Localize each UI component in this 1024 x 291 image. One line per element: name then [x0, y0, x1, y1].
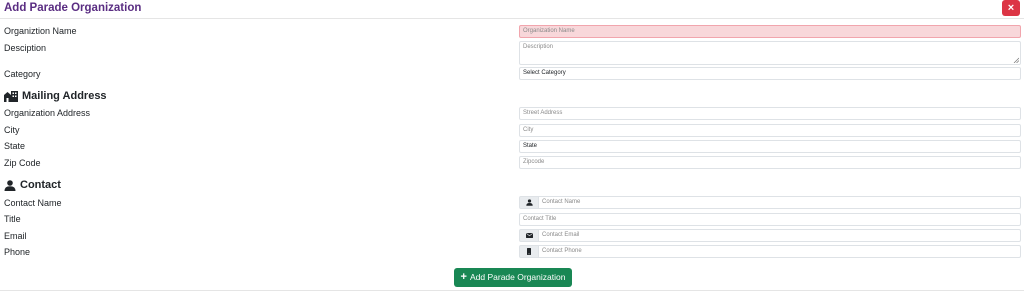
plus-icon: + — [460, 271, 467, 283]
add-organization-label: Add Parade Organization — [469, 272, 566, 282]
description-label: Desciption — [4, 43, 47, 53]
resize-grip-icon[interactable] — [1013, 57, 1019, 63]
close-button[interactable]: × — [1002, 0, 1020, 16]
modal-title: Add Parade Organization — [4, 2, 142, 14]
street-address-input[interactable]: Street Address — [519, 107, 1021, 120]
phone-icon — [527, 248, 531, 255]
category-select[interactable]: Select Category — [519, 67, 1021, 80]
mailing-address-title: Mailing Address — [22, 90, 107, 102]
city-label: City — [4, 125, 20, 135]
email-label: Email — [4, 231, 27, 241]
state-label: State — [4, 141, 26, 151]
zipcode-input[interactable]: Zipcode — [519, 156, 1021, 169]
contact-title-input[interactable]: Contact Title — [519, 213, 1021, 226]
category-label: Category — [4, 69, 41, 79]
email-input[interactable]: Contact Email — [538, 229, 1021, 242]
phone-group: Contact Phone — [519, 245, 1021, 258]
mailing-address-heading: Mailing Address — [4, 90, 107, 102]
phone-addon — [519, 245, 538, 258]
contact-heading: Contact — [4, 179, 61, 191]
org-name-label: Organiztion Name — [4, 26, 77, 36]
phone-input[interactable]: Contact Phone — [538, 245, 1021, 258]
contact-title-label: Title — [4, 214, 21, 224]
add-organization-button[interactable]: + Add Parade Organization — [454, 268, 572, 287]
contact-name-label: Contact Name — [4, 198, 62, 208]
modal-header: Add Parade Organization × — [0, 0, 1024, 19]
building-icon — [4, 90, 18, 102]
city-input[interactable]: City — [519, 124, 1021, 137]
envelope-icon — [525, 233, 533, 238]
user-icon — [4, 179, 16, 191]
org-address-label: Organization Address — [4, 108, 91, 118]
contact-title: Contact — [20, 179, 61, 191]
email-addon — [519, 229, 538, 242]
state-select[interactable]: State — [519, 140, 1021, 153]
zip-label: Zip Code — [4, 158, 41, 168]
contact-name-group: Contact Name — [519, 196, 1021, 209]
user-icon — [525, 199, 533, 206]
description-placeholder: Description — [523, 44, 554, 50]
description-textarea[interactable]: Description — [519, 41, 1021, 65]
phone-label: Phone — [4, 247, 31, 257]
org-name-input[interactable]: Organization Name — [519, 25, 1021, 38]
contact-name-input[interactable]: Contact Name — [538, 196, 1021, 209]
close-icon: × — [1007, 2, 1015, 14]
contact-name-addon — [519, 196, 538, 209]
email-group: Contact Email — [519, 229, 1021, 242]
